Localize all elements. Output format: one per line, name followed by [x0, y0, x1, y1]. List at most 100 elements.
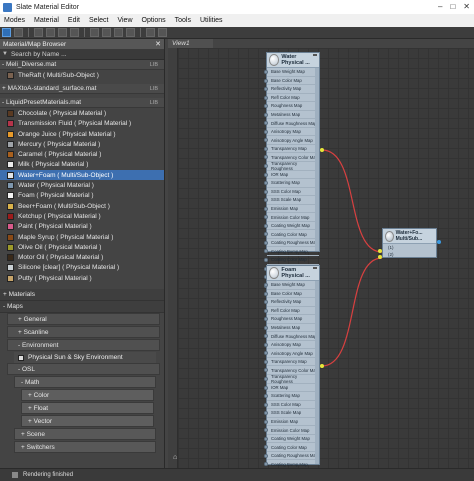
node-slot[interactable]: SSS Color Map	[264, 401, 319, 410]
input-pin[interactable]	[264, 453, 268, 458]
library-group-maxtoa[interactable]: + MAXtoA-standard_surface.mat LIB	[0, 84, 164, 95]
maximize-icon[interactable]: □	[450, 2, 455, 11]
node-slot[interactable]: Anisotropy Angle Map	[264, 136, 319, 145]
node-slot[interactable]: Metalness Map	[264, 324, 319, 333]
input-pin[interactable]	[264, 402, 268, 407]
menu-tools[interactable]: Tools	[175, 17, 191, 24]
node-slot[interactable]: Anisotropy Angle Map	[264, 349, 319, 358]
list-item[interactable]: Olive Oil ( Physical Material )	[0, 242, 164, 252]
menu-view[interactable]: View	[117, 17, 132, 24]
show-map-icon[interactable]	[90, 28, 99, 37]
input-pin[interactable]	[264, 359, 268, 364]
node-slot[interactable]: Scattering Map	[264, 179, 319, 188]
list-item[interactable]: Silicone [clear] ( Physical Material )	[0, 263, 164, 273]
layout-children-icon[interactable]	[126, 28, 135, 37]
input-pin[interactable]	[264, 325, 268, 330]
input-pin[interactable]	[264, 283, 268, 287]
input-pin[interactable]	[264, 232, 268, 237]
section-maps[interactable]: - Maps	[0, 301, 164, 314]
list-item[interactable]: Orange Juice ( Physical Material )	[0, 129, 164, 139]
node-slot[interactable]: Reflectivity Map	[264, 298, 319, 307]
section-float[interactable]: + Float	[21, 402, 154, 415]
library-group-meli[interactable]: - Meli_Diverse.mat LIB	[0, 60, 164, 70]
input-pin[interactable]	[264, 172, 268, 177]
dropdown-arrow-icon[interactable]: ▼	[2, 51, 8, 57]
menu-utilities[interactable]: Utilities	[200, 17, 223, 24]
search-bar[interactable]: ▼ Search by Name ...	[0, 49, 164, 60]
input-pin[interactable]	[264, 240, 268, 245]
node-slot[interactable]: IOR Map	[264, 384, 319, 393]
node-slot[interactable]: SSS Scale Map	[264, 409, 319, 418]
input-pin[interactable]	[264, 308, 268, 313]
node-slot[interactable]: Coating Color Map	[264, 443, 319, 452]
input-pin[interactable]	[264, 95, 268, 100]
input-pin[interactable]	[264, 385, 268, 390]
move-children-icon[interactable]	[70, 28, 79, 37]
node-slot[interactable]: Base Color Map	[264, 77, 319, 86]
section-scanline[interactable]: + Scanline	[7, 326, 160, 339]
section-materials[interactable]: + Materials	[0, 289, 164, 302]
list-item[interactable]: Paint ( Physical Material )	[0, 222, 164, 232]
section-color[interactable]: + Color	[21, 389, 154, 402]
list-item[interactable]: Water ( Physical Material )	[0, 180, 164, 190]
node-slot[interactable]: Refl Color Map	[264, 94, 319, 103]
node-slot[interactable]: IOR Map	[264, 171, 319, 180]
list-item[interactable]: Maple Syrup ( Physical Material )	[0, 232, 164, 242]
node-header[interactable]: Water Physical ...	[267, 53, 319, 68]
input-pin[interactable]	[264, 317, 268, 322]
node-slot[interactable]: Emission Color Map	[264, 213, 319, 222]
node-slot[interactable]: Scattering Map	[264, 392, 319, 401]
search-input[interactable]: Search by Name ...	[11, 51, 67, 58]
input-pin[interactable]	[264, 206, 268, 211]
input-pin[interactable]	[264, 189, 268, 194]
minimize-icon[interactable]: –	[438, 2, 442, 11]
node-slot[interactable]: Base Weight Map	[264, 281, 319, 290]
input-pin[interactable]	[264, 249, 268, 254]
node-slot[interactable]: SSS Color Map	[264, 188, 319, 197]
input-pin[interactable]	[264, 129, 268, 134]
node-slot[interactable]: Transparency Roughness	[264, 161, 319, 171]
list-item[interactable]: Mercury ( Physical Material )	[0, 139, 164, 149]
node-slot[interactable]: Reflectivity Map	[264, 85, 319, 94]
menu-edit[interactable]: Edit	[68, 17, 80, 24]
list-item[interactable]: Foam ( Physical Material )	[0, 191, 164, 201]
node-multi-sub-object[interactable]: Water+Fo... Multi/Sub... (1) (2)	[382, 228, 437, 258]
input-pin[interactable]	[264, 198, 268, 203]
node-slot[interactable]: Emission Map	[264, 418, 319, 427]
input-pin[interactable]	[264, 394, 268, 399]
section-vector[interactable]: + Vector	[21, 415, 154, 428]
node-slot[interactable]: Base Weight Map	[264, 68, 319, 77]
node-slot[interactable]: Roughness Map	[264, 102, 319, 111]
list-item[interactable]: Caramel ( Physical Material )	[0, 149, 164, 159]
node-slot[interactable]: Coating Weight Map	[264, 222, 319, 231]
node-slot[interactable]: Diffuse Roughness Map	[264, 332, 319, 341]
menu-modes[interactable]: Modes	[4, 17, 25, 24]
list-item[interactable]: Ketchup ( Physical Material )	[0, 211, 164, 221]
input-pin[interactable]	[264, 334, 268, 339]
input-pin[interactable]	[264, 258, 268, 263]
input-pin[interactable]	[264, 342, 268, 347]
node-slot[interactable]: Coating Weight Map	[264, 435, 319, 444]
input-pin[interactable]	[264, 223, 268, 228]
node-slot[interactable]: Transparency Roughness	[264, 374, 319, 384]
node-slot[interactable]: Roughness Map	[264, 315, 319, 324]
list-item[interactable]: Putty ( Physical Material )	[0, 273, 164, 283]
node-slot[interactable]: Coating Color Map	[264, 230, 319, 239]
close-icon[interactable]: ✕	[155, 40, 161, 48]
node-slot[interactable]: Base Color Map	[264, 290, 319, 299]
input-pin[interactable]	[264, 70, 268, 74]
delete-icon[interactable]	[58, 28, 67, 37]
input-pin[interactable]	[264, 164, 268, 169]
node-slot[interactable]: Metalness Map	[264, 111, 319, 120]
node-scrollbar[interactable]	[315, 281, 319, 464]
node-slot[interactable]: Transparency Map	[264, 358, 319, 367]
input-pin[interactable]	[264, 419, 268, 424]
select-tool-icon[interactable]	[2, 28, 11, 37]
menu-options[interactable]: Options	[142, 17, 166, 24]
input-pin[interactable]	[264, 411, 268, 416]
node-foam[interactable]: Foam Physical ... Base Weight Map Base Co…	[264, 265, 320, 481]
list-item[interactable]: Beer+Foam ( Multi/Sub-Object )	[0, 201, 164, 211]
input-pin[interactable]	[264, 104, 268, 109]
material-parameter-editor-icon[interactable]	[146, 28, 155, 37]
node-slot[interactable]: Coating Bump Map	[264, 247, 319, 257]
